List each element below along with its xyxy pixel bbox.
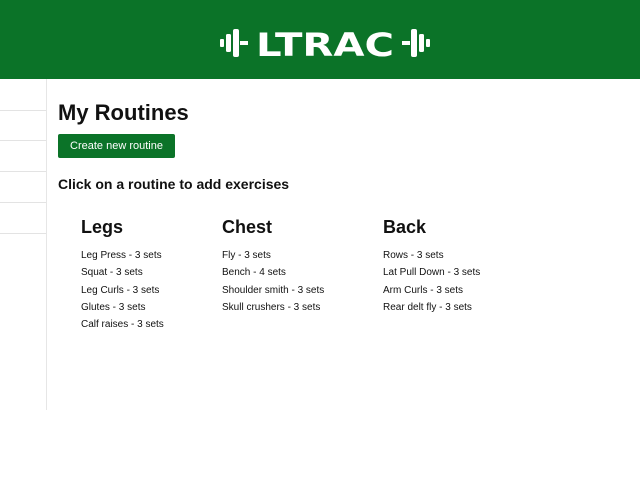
routine-card-back[interactable]: Back Rows - 3 sets Lat Pull Down - 3 set… — [383, 215, 533, 316]
sidebar-item[interactable] — [0, 79, 46, 111]
exercise-list: Rows - 3 sets Lat Pull Down - 3 sets Arm… — [383, 247, 533, 316]
routine-title: Legs — [81, 217, 124, 237]
exercise-item: Lat Pull Down - 3 sets — [383, 267, 481, 279]
exercise-item: Rear delt fly - 3 sets — [383, 301, 472, 313]
routine-title: Back — [383, 217, 427, 237]
sidebar-item[interactable] — [0, 140, 46, 172]
create-routine-button[interactable]: Create new routine — [58, 134, 175, 158]
exercise-item: Glutes - 3 sets — [81, 301, 146, 313]
exercise-list: Leg Press - 3 sets Squat - 3 sets Leg Cu… — [81, 247, 231, 333]
page-title: My Routines — [58, 100, 189, 125]
sidebar — [0, 79, 47, 410]
exercise-item: Leg Curls - 3 sets — [81, 284, 160, 296]
instructions-text: Click on a routine to add exercises — [58, 176, 290, 192]
exercise-item: Arm Curls - 3 sets — [383, 284, 464, 296]
dumbbell-right-icon — [402, 29, 430, 57]
sidebar-item[interactable] — [0, 202, 46, 234]
exercise-item: Squat - 3 sets — [81, 267, 143, 279]
exercise-item: Leg Press - 3 sets — [81, 250, 162, 261]
logo-text: LTRAC — [256, 26, 394, 60]
routine-card-chest[interactable]: Chest Fly - 3 sets Bench - 4 sets Should… — [222, 215, 372, 316]
exercise-item: Calf raises - 3 sets — [81, 319, 164, 331]
sidebar-item[interactable] — [0, 171, 46, 203]
exercise-item: Shoulder smith - 3 sets — [222, 284, 325, 296]
exercise-item: Rows - 3 sets — [383, 250, 444, 261]
dumbbell-left-icon — [220, 29, 248, 57]
routine-title: Chest — [222, 217, 273, 237]
logo[interactable]: LTRAC — [220, 26, 430, 60]
sidebar-item[interactable] — [0, 109, 46, 141]
exercise-list: Fly - 3 sets Bench - 4 sets Shoulder smi… — [222, 247, 372, 316]
exercise-item: Bench - 4 sets — [222, 267, 286, 279]
routine-card-legs[interactable]: Legs Leg Press - 3 sets Squat - 3 sets L… — [81, 215, 231, 333]
exercise-item: Fly - 3 sets — [222, 250, 271, 261]
header-bar: LTRAC — [0, 0, 640, 79]
exercise-item: Skull crushers - 3 sets — [222, 301, 321, 313]
